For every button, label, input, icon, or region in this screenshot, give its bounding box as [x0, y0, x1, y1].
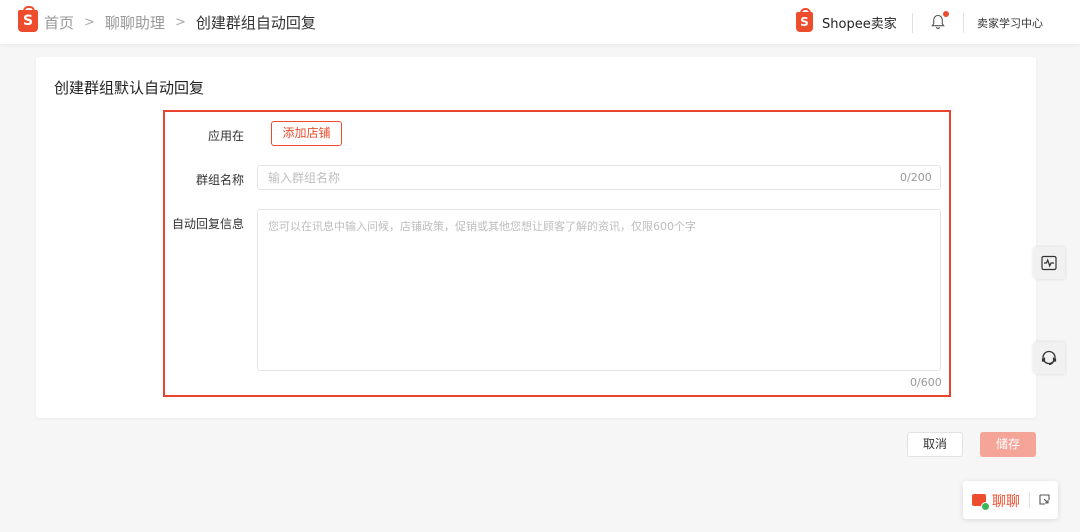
chevron-right-icon: > [174, 15, 186, 30]
auto-reply-label: 自动回复信息 [171, 217, 244, 231]
divider [963, 13, 964, 33]
activity-monitor-button[interactable] [1033, 247, 1065, 279]
shopee-logo-icon[interactable]: S [18, 6, 38, 32]
group-name-input[interactable] [258, 166, 858, 189]
divider [912, 13, 913, 33]
chat-label: 聊聊 [992, 494, 1020, 510]
divider [1029, 492, 1030, 508]
group-name-field[interactable] [257, 165, 941, 190]
chat-widget[interactable]: 聊聊 [963, 481, 1058, 519]
notification-dot [943, 11, 949, 17]
brand-name: Shopee卖家 [822, 16, 897, 32]
top-navbar: S 首页 > 聊聊助理 > 创建群组自动回复 S Shopee卖家 卖家学习中心 [0, 0, 1080, 45]
activity-monitor-icon [1041, 255, 1057, 271]
group-name-counter: 0/200 [900, 171, 932, 184]
chat-bubble-icon [972, 494, 990, 511]
form-card: 创建群组默认自动回复 应用在 添加店铺 群组名称 0/200 自动回复信息 0/… [36, 57, 1036, 418]
breadcrumb-current: 创建群组自动回复 [195, 14, 316, 32]
bell-icon[interactable] [931, 14, 945, 30]
breadcrumb: 首页 > 聊聊助理 > 创建群组自动回复 [44, 0, 316, 45]
shopee-bag-icon: S [796, 8, 813, 32]
auto-reply-field[interactable] [257, 209, 941, 371]
brand[interactable]: S Shopee卖家 [796, 8, 897, 32]
breadcrumb-home[interactable]: 首页 [44, 12, 74, 33]
headset-icon [1041, 350, 1057, 366]
customer-service-button[interactable] [1033, 342, 1065, 374]
cancel-button[interactable]: 取消 [907, 432, 963, 457]
apply-to-label: 应用在 [207, 129, 244, 143]
group-name-label: 群组名称 [195, 173, 244, 187]
auto-reply-textarea[interactable] [258, 210, 940, 370]
page-title: 创建群组默认自动回复 [54, 79, 205, 97]
expand-icon[interactable] [1039, 494, 1050, 505]
add-shop-button[interactable]: 添加店铺 [271, 121, 342, 146]
chevron-right-icon: > [84, 15, 95, 30]
learning-center-link[interactable]: 卖家学习中心 [977, 15, 1043, 31]
auto-reply-counter: 0/600 [910, 376, 942, 389]
save-button[interactable]: 储存 [980, 432, 1036, 457]
breadcrumb-chat-assistant[interactable]: 聊聊助理 [105, 12, 165, 33]
